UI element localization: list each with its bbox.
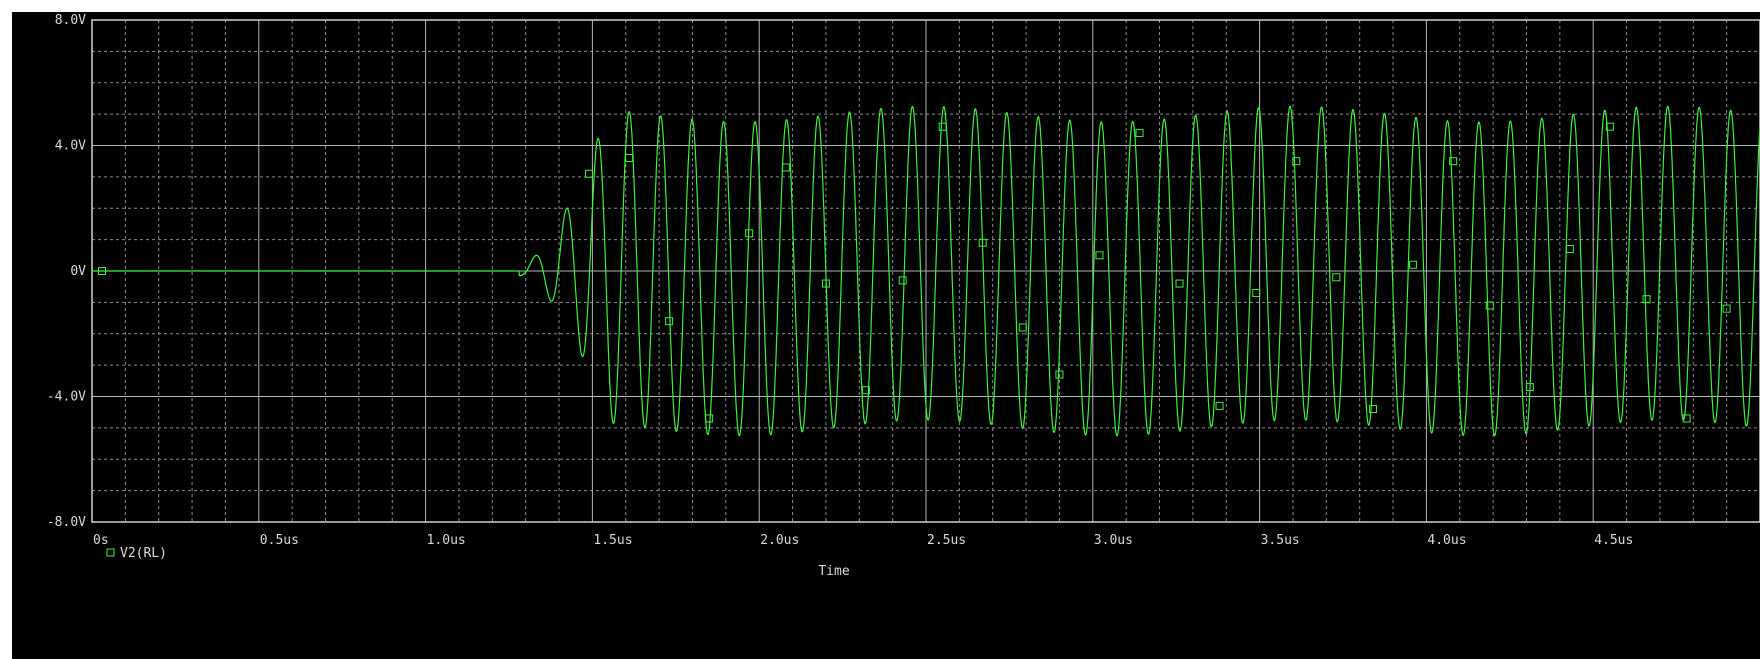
x-tick-label: 2.5us xyxy=(927,533,966,548)
x-tick-label: 2.0us xyxy=(760,533,799,548)
y-tick-label: -4.0V xyxy=(47,390,86,405)
x-tick-label: 3.5us xyxy=(1261,533,1300,548)
y-tick-label: 0V xyxy=(70,264,86,279)
legend-label: V2(RL) xyxy=(120,546,167,561)
x-tick-label: 0s xyxy=(93,533,109,548)
x-tick-label: 1.0us xyxy=(427,533,466,548)
x-tick-label: 3.0us xyxy=(1094,533,1133,548)
x-tick-label: 1.5us xyxy=(593,533,632,548)
x-tick-label: 4.5us xyxy=(1594,533,1633,548)
y-tick-label: 4.0V xyxy=(55,139,86,154)
y-tick-label: -8.0V xyxy=(47,515,86,530)
x-tick-label: 0.5us xyxy=(260,533,299,548)
plot-window: 8.0V 4.0V 0V -4.0V -8.0V 0s 0.5us 1.0us 1.5us 2.… xyxy=(12,12,1760,659)
y-tick-label: 8.0V xyxy=(55,13,86,28)
x-axis-label: Time xyxy=(818,564,849,579)
waveform-plot: 8.0V 4.0V 0V -4.0V -8.0V 0s 0.5us 1.0us 1.5us 2.… xyxy=(12,12,1760,659)
plot-background xyxy=(12,12,1760,659)
x-tick-label: 4.0us xyxy=(1427,533,1466,548)
